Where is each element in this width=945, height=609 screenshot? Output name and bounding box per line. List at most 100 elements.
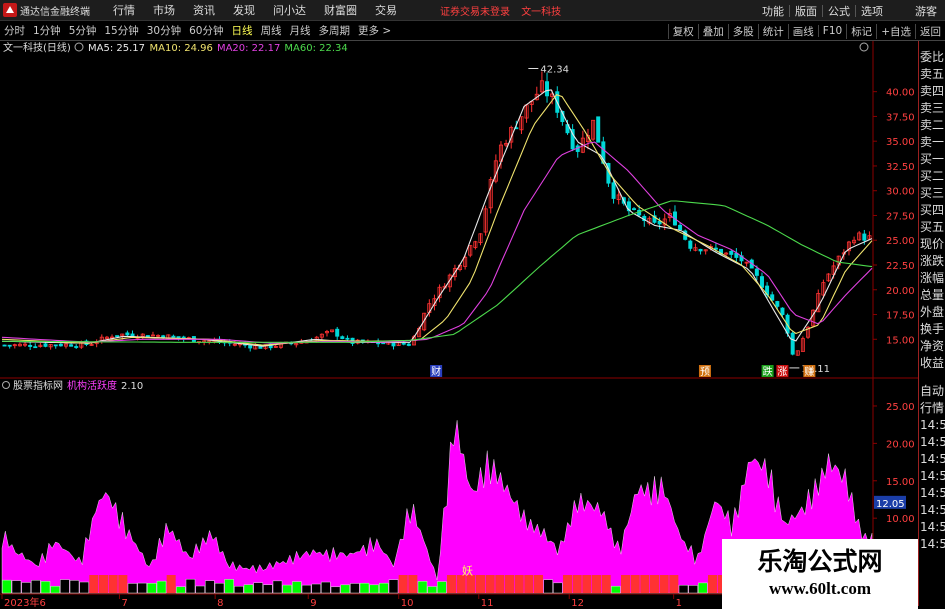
- sidebar-item-0[interactable]: 委比: [919, 49, 945, 66]
- candle-body: [74, 346, 79, 348]
- ind-y-tick-label-1: 20.00: [886, 439, 915, 450]
- guest-login[interactable]: 游客: [910, 3, 945, 19]
- menu-item-0[interactable]: 行情: [104, 2, 144, 18]
- volume-bar: [650, 575, 659, 593]
- sidebar-item-15[interactable]: 外盘: [919, 304, 945, 321]
- candle-body: [729, 250, 734, 255]
- candle-body: [790, 332, 795, 355]
- volume-bar: [214, 582, 225, 594]
- candle-body: [69, 344, 74, 347]
- settings-icon: [74, 42, 84, 52]
- period-tab-9[interactable]: 多周期: [315, 23, 355, 38]
- volume-bar: [263, 584, 273, 594]
- sidebar-item-14[interactable]: 总量: [919, 287, 945, 304]
- right-menu-item-3[interactable]: 选项: [856, 3, 888, 19]
- candle-body: [335, 328, 340, 337]
- sidebar-item-9[interactable]: 买四: [919, 202, 945, 219]
- candle-body: [345, 337, 350, 340]
- menu-item-4[interactable]: 问小达: [264, 2, 315, 18]
- right-menu-item-2[interactable]: 公式: [823, 3, 855, 19]
- x-tick-label-7: 1: [676, 598, 682, 609]
- sidebar-item-11[interactable]: 现价: [919, 236, 945, 253]
- period-tab-1[interactable]: 1分钟: [29, 23, 65, 38]
- sidebar-item-20[interactable]: 行情: [919, 400, 945, 417]
- volume-bar: [176, 586, 186, 594]
- tool-button-6[interactable]: 标记: [846, 23, 876, 39]
- sidebar-item-2[interactable]: 卖四: [919, 83, 945, 100]
- period-tab-10[interactable]: 更多 >: [354, 23, 395, 38]
- sidebar-item-22[interactable]: 14:50: [919, 434, 945, 451]
- period-tab-6[interactable]: 日线: [228, 23, 257, 38]
- candle-body: [43, 343, 48, 347]
- tool-button-4[interactable]: 画线: [787, 23, 818, 39]
- sidebar-item-5[interactable]: 卖一: [919, 134, 945, 151]
- candle-body: [145, 335, 150, 338]
- tool-button-7[interactable]: +自选: [876, 23, 915, 39]
- volume-bar: [253, 582, 263, 594]
- menu-item-6[interactable]: 交易: [366, 2, 406, 18]
- period-tab-7[interactable]: 周线: [257, 23, 286, 38]
- volume-bar: [669, 575, 679, 593]
- period-tab-8[interactable]: 月线: [286, 23, 315, 38]
- sidebar-item-16[interactable]: 换手: [919, 321, 945, 338]
- sidebar-item-6[interactable]: 买一: [919, 151, 945, 168]
- volume-bar: [505, 575, 514, 593]
- volume-bar: [292, 581, 302, 594]
- sidebar-item-8[interactable]: 买三: [919, 185, 945, 202]
- volume-bar: [524, 575, 534, 593]
- y-tick-label-10: 15.00: [886, 335, 915, 346]
- candle-body: [862, 233, 867, 241]
- tool-button-3[interactable]: 统计: [757, 23, 788, 39]
- sidebar-item-17[interactable]: 净资: [919, 338, 945, 355]
- period-tab-3[interactable]: 15分钟: [100, 23, 142, 38]
- sidebar-item-10[interactable]: 买五: [919, 219, 945, 236]
- sidebar-item-3[interactable]: 卖三: [919, 100, 945, 117]
- right-menu-item-0[interactable]: 功能: [757, 3, 789, 19]
- sidebar-item-25[interactable]: 14:50: [919, 485, 945, 502]
- tool-button-0[interactable]: 复权: [667, 23, 698, 39]
- sidebar-item-12[interactable]: 涨跌: [919, 253, 945, 270]
- volume-bar: [224, 579, 234, 594]
- sidebar-item-28[interactable]: 14:50: [919, 536, 945, 553]
- sidebar-item-1[interactable]: 卖五: [919, 66, 945, 83]
- x-tick-label-2: 8: [217, 598, 223, 609]
- volume-bar: [205, 580, 215, 594]
- kline-chart-area[interactable]: 文一科技(日线) MA5: 25.17 MA10: 24.96 MA20: 22.17…: [0, 41, 918, 609]
- tool-button-8[interactable]: 返回: [915, 23, 945, 39]
- period-tab-4[interactable]: 30分钟: [143, 23, 185, 38]
- login-status[interactable]: 证券交易未登录: [440, 7, 510, 18]
- sidebar-item-7[interactable]: 买二: [919, 168, 945, 185]
- sidebar-item-26[interactable]: 14:50: [919, 502, 945, 519]
- tool-button-1[interactable]: 叠加: [697, 23, 728, 39]
- menu-item-3[interactable]: 发现: [224, 2, 264, 18]
- period-tab-2[interactable]: 5分钟: [65, 23, 101, 38]
- period-tab-5[interactable]: 60分钟: [185, 23, 227, 38]
- menu-item-1[interactable]: 市场: [144, 2, 184, 18]
- indicator-label: 机构活跃度: [67, 379, 117, 392]
- tool-button-5[interactable]: F10: [817, 25, 846, 37]
- volume-bar: [708, 575, 717, 593]
- volume-bar: [340, 584, 350, 594]
- watermark-title: 乐淘公式网: [757, 547, 883, 576]
- sidebar-item-13[interactable]: 涨幅: [919, 270, 945, 287]
- volume-bar: [2, 579, 12, 594]
- menu-item-5[interactable]: 财富圈: [315, 2, 366, 18]
- period-tab-0[interactable]: 分时: [0, 23, 29, 38]
- sidebar-item-23[interactable]: 14:50: [919, 451, 945, 468]
- volume-bar: [601, 575, 611, 593]
- volume-bar: [485, 575, 495, 593]
- volume-bar: [330, 586, 341, 594]
- sidebar-item-19[interactable]: 自动: [919, 383, 945, 400]
- sidebar-item-4[interactable]: 卖二: [919, 117, 945, 134]
- sidebar-item-21[interactable]: 14:50: [919, 417, 945, 434]
- sidebar-item-24[interactable]: 14:50: [919, 468, 945, 485]
- y-tick-label-8: 20.00: [886, 286, 915, 297]
- menu-item-2[interactable]: 资讯: [184, 2, 224, 18]
- watermark: 乐淘公式网 www.60lt.com: [722, 539, 918, 609]
- right-menu-item-1[interactable]: 版面: [790, 3, 822, 19]
- sidebar-item-27[interactable]: 14:50: [919, 519, 945, 536]
- sidebar-item-18[interactable]: 收益: [919, 355, 945, 372]
- candle-body: [611, 182, 616, 199]
- tool-button-2[interactable]: 多股: [727, 23, 758, 39]
- current-stock-name: 文一科技: [521, 6, 562, 18]
